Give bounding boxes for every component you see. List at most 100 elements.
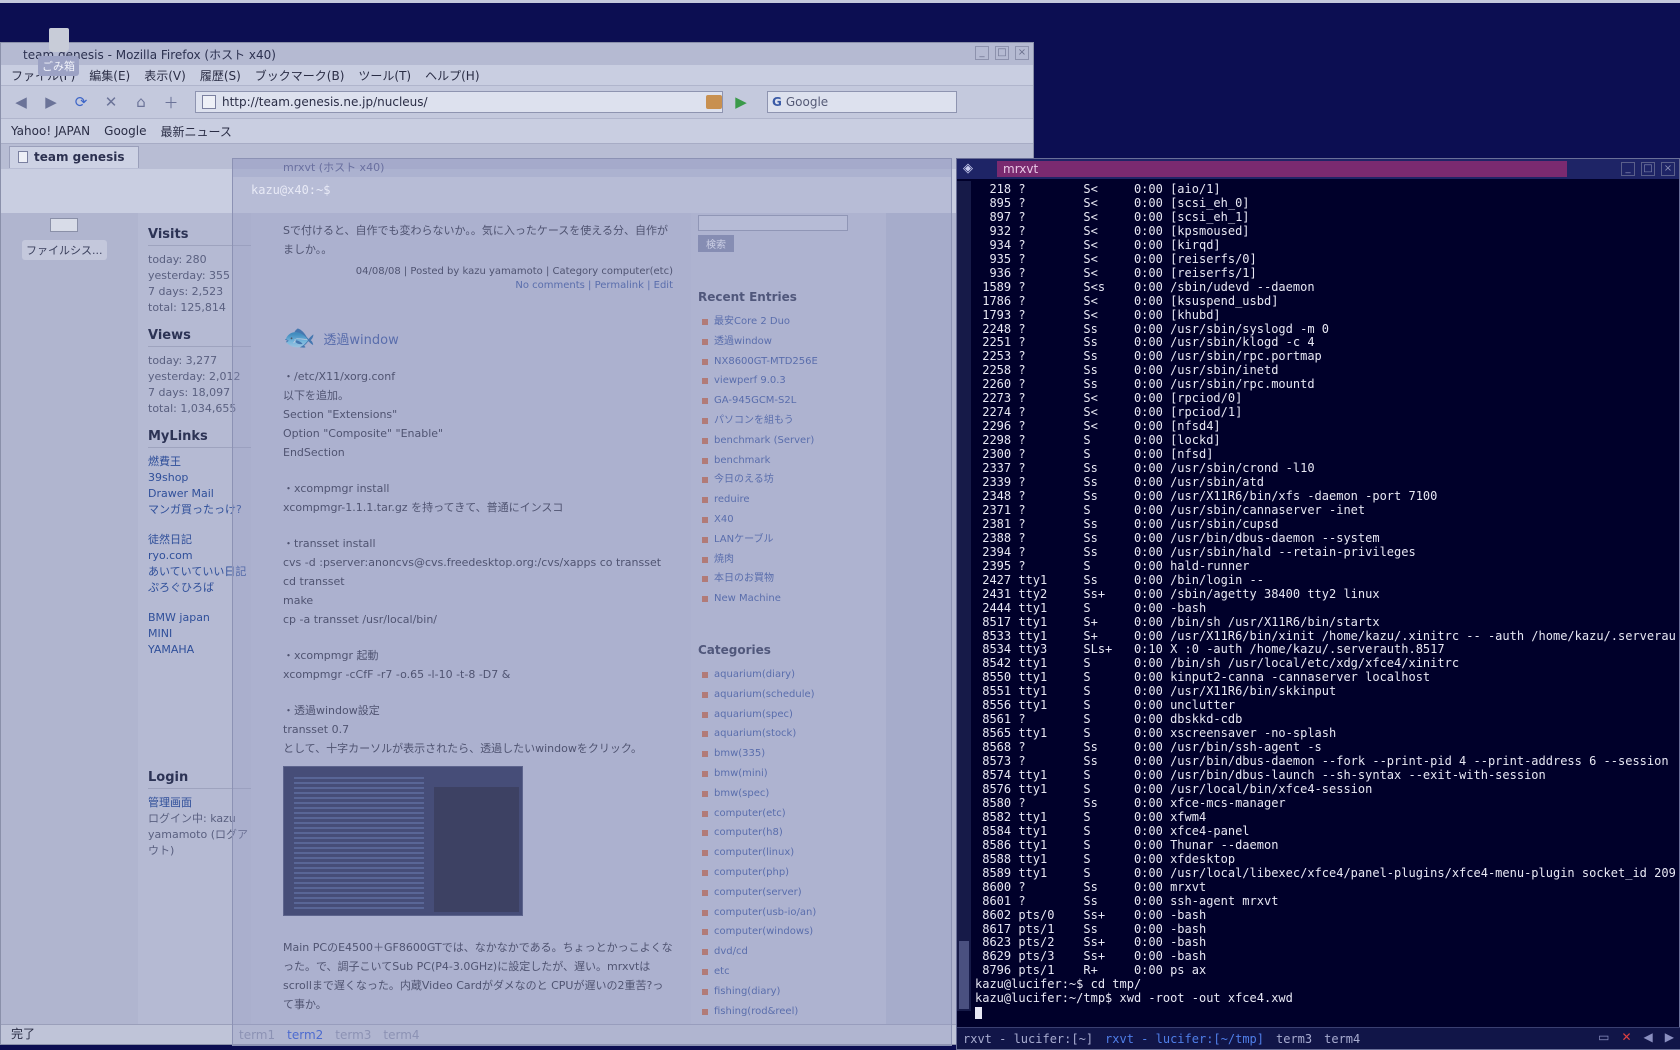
terminal-line: 934 ? S< 0:00 [kirqd] — [975, 237, 1221, 252]
terminal-line: 2260 ? Ss 0:00 /usr/sbin/rpc.mountd — [975, 377, 1315, 392]
menu-item[interactable]: 表示(V) — [144, 67, 186, 84]
terminal-tab[interactable]: term1 — [235, 1027, 279, 1043]
terminal-line: 2337 ? Ss 0:00 /usr/sbin/crond -l10 — [975, 461, 1315, 476]
terminal-line: 8533 tty1 S+ 0:00 /usr/X11R6/bin/xinit /… — [975, 628, 1675, 643]
terminal-line: 218 ? S< 0:00 [aio/1] — [975, 183, 1221, 196]
terminal-line: 2251 ? Ss 0:00 /usr/sbin/klogd -c 4 — [975, 335, 1315, 350]
terminal-tab[interactable]: term2 — [283, 1027, 327, 1043]
terminal-line: 895 ? S< 0:00 [scsi_eh_0] — [975, 195, 1250, 210]
terminal-line: 8584 tty1 S 0:00 xfce4-panel — [975, 823, 1250, 838]
reload-icon[interactable]: ⟳ — [69, 90, 93, 114]
terminal-line: 8600 ? Ss 0:00 mrxvt — [975, 879, 1207, 894]
terminal-app-icon: ◈ — [963, 161, 973, 176]
terminal-line: 1589 ? S<s 0:00 /sbin/udevd --daemon — [975, 279, 1315, 294]
terminal-line: 2300 ? S 0:00 [nfsd] — [975, 447, 1214, 462]
terminal-line: 8556 tty1 S 0:00 unclutter — [975, 698, 1236, 713]
menu-bar: ファイル(F)編集(E)表示(V)履歴(S)ブックマーク(B)ツール(T)ヘルプ… — [1, 65, 1033, 85]
terminal-line: 8550 tty1 S 0:00 kinput2-canna -cannaser… — [975, 670, 1431, 685]
menu-item[interactable]: 履歴(S) — [200, 67, 241, 84]
minimize-icon[interactable]: _ — [1621, 162, 1635, 176]
terminal-line: 2274 ? S< 0:00 [rpciod/1] — [975, 405, 1243, 420]
rss-icon[interactable] — [706, 95, 722, 109]
terminal-line: 8580 ? Ss 0:00 xfce-mcs-manager — [975, 795, 1286, 810]
stop-icon[interactable]: ✕ — [99, 90, 123, 114]
hide-tabbar-icon[interactable]: ▭ — [1595, 1030, 1612, 1044]
terminal-line: 2339 ? Ss 0:00 /usr/sbin/atd — [975, 475, 1264, 490]
terminal-line: 8796 pts/1 R+ 0:00 ps ax — [975, 963, 1207, 978]
new-tab-icon[interactable]: ＋ — [159, 90, 183, 114]
terminal-line: 8517 tty1 S+ 0:00 /bin/sh /usr/X11R6/bin… — [975, 614, 1380, 629]
terminal-line: 8551 tty1 S 0:00 /usr/X11R6/bin/skkinput — [975, 684, 1337, 699]
menu-item[interactable]: ツール(T) — [358, 67, 411, 84]
translucent-terminal-window[interactable]: mrxvt (ホスト x40) kazu@x40:~$ term1 term2 te… — [232, 158, 952, 1046]
close-tab-icon[interactable]: ✕ — [1618, 1030, 1634, 1044]
terminal-line: 8623 pts/2 Ss+ 0:00 -bash — [975, 935, 1207, 950]
bookmark-item[interactable]: Yahoo! JAPAN — [11, 124, 90, 138]
next-tab-icon[interactable]: ▶ — [1662, 1030, 1677, 1044]
terminal-line: 8542 tty1 S 0:00 /bin/sh /usr/local/etc/… — [975, 656, 1460, 671]
terminal-line: 8601 ? Ss 0:00 ssh-agent mrxvt — [975, 893, 1279, 908]
terminal-line: 2298 ? S 0:00 [lockd] — [975, 433, 1221, 448]
terminal-tab[interactable]: rxvt - lucifer:[~] — [957, 1031, 1099, 1047]
terminal-line: 936 ? S< 0:00 [reiserfs/1] — [975, 265, 1257, 280]
terminal-line: 8617 pts/1 Ss 0:00 -bash — [975, 921, 1207, 936]
filesystem-label: ファイルシス... — [22, 240, 107, 260]
terminal-line: 2395 ? S 0:00 hald-runner — [975, 558, 1250, 573]
menu-item[interactable]: ブックマーク(B) — [255, 67, 345, 84]
bookmark-item[interactable]: 最新ニュース — [160, 123, 231, 140]
terminal-line: 8561 ? S 0:00 dbskkd-cdb — [975, 712, 1243, 727]
go-icon[interactable]: ▶ — [729, 90, 753, 114]
terminal-line: 2394 ? Ss 0:00 /usr/sbin/hald --retain-p… — [975, 544, 1416, 559]
back-arrow-icon[interactable]: ◀ — [9, 90, 33, 114]
terminal-line: 2248 ? Ss 0:00 /usr/sbin/syslogd -m 0 — [975, 321, 1330, 336]
terminal-output[interactable]: 218 ? S< 0:00 [aio/1] 895 ? S< 0:00 [scs… — [975, 183, 1675, 1020]
firefox-titlebar[interactable]: team genesis - Mozilla Firefox (ホスト x40)… — [1, 43, 1033, 65]
terminal-line: 1786 ? S< 0:00 [ksuspend_usbd] — [975, 293, 1279, 308]
tab-team-genesis[interactable]: team genesis — [9, 145, 140, 168]
close-icon[interactable]: × — [1015, 46, 1029, 60]
minimize-icon[interactable]: _ — [975, 46, 989, 60]
scrollbar-thumb[interactable] — [959, 941, 969, 1009]
terminal-titlebar[interactable]: ◈ mrxvt _ □ × — [957, 159, 1679, 179]
bookmark-item[interactable]: Google — [104, 124, 146, 138]
bookmarks-toolbar: Yahoo! JAPAN Google 最新ニュース — [1, 119, 1033, 143]
terminal-tabbar: term1 term2 term3 term4 — [235, 1027, 424, 1043]
menu-item[interactable]: ヘルプ(H) — [425, 67, 479, 84]
url-text: http://team.genesis.ne.jp/nucleus/ — [222, 95, 428, 109]
screen-top-edge — [0, 0, 1680, 3]
terminal-tab[interactable]: term4 — [1318, 1031, 1366, 1047]
terminal-line: 2296 ? S< 0:00 [nfsd4] — [975, 419, 1221, 434]
google-icon[interactable]: G — [772, 95, 782, 109]
terminal-tab[interactable]: term4 — [379, 1027, 423, 1043]
terminal-tab[interactable]: term3 — [1270, 1031, 1318, 1047]
tab-label: team genesis — [34, 150, 125, 164]
terminal-line: 8588 tty1 S 0:00 xfdesktop — [975, 851, 1236, 866]
trash-desktop-icon[interactable]: ごみ箱 — [38, 28, 79, 76]
terminal-line: 2431 tty2 Ss+ 0:00 /sbin/agetty 38400 tt… — [975, 586, 1380, 601]
maximize-icon[interactable]: □ — [995, 46, 1009, 60]
search-input[interactable]: Google — [786, 95, 828, 109]
terminal-line: 2388 ? Ss 0:00 /usr/bin/dbus-daemon --sy… — [975, 530, 1380, 545]
forward-arrow-icon[interactable]: ▶ — [39, 90, 63, 114]
prev-tab-icon[interactable]: ◀ — [1641, 1030, 1656, 1044]
filesystem-desktop-icon[interactable]: ファイルシス... — [22, 218, 107, 260]
terminal-line: 2427 tty1 Ss 0:00 /bin/login -- — [975, 572, 1264, 587]
terminal-line: 2253 ? Ss 0:00 /usr/sbin/rpc.portmap — [975, 349, 1322, 364]
terminal-line: 2273 ? S< 0:00 [rpciod/0] — [975, 391, 1243, 406]
terminal-line: 8582 tty1 S 0:00 xfwm4 — [975, 809, 1207, 824]
terminal-tab[interactable]: rxvt - lucifer:[~/tmp] — [1099, 1031, 1270, 1047]
terminal-line: 8629 pts/3 Ss+ 0:00 -bash — [975, 949, 1207, 964]
maximize-icon[interactable]: □ — [1641, 162, 1655, 176]
close-icon[interactable]: × — [1661, 162, 1675, 176]
terminal-tabbar: rxvt - lucifer:[~] rxvt - lucifer:[~/tmp]… — [957, 1027, 1680, 1049]
terminal-line: 8573 ? Ss 0:00 /usr/bin/dbus-daemon --fo… — [975, 754, 1669, 769]
terminal-line: 8576 tty1 S 0:00 /usr/local/bin/xfce4-se… — [975, 781, 1373, 796]
menu-item[interactable]: 編集(E) — [89, 67, 130, 84]
terminal-scrollbar[interactable] — [957, 181, 971, 1011]
home-icon[interactable]: ⌂ — [129, 90, 153, 114]
terminal-line: 8602 pts/0 Ss+ 0:00 -bash — [975, 907, 1207, 922]
terminal-title: mrxvt (ホスト x40) — [233, 159, 951, 177]
search-box[interactable]: G Google — [767, 91, 957, 113]
terminal-tab[interactable]: term3 — [331, 1027, 375, 1043]
url-bar[interactable]: http://team.genesis.ne.jp/nucleus/ — [195, 91, 723, 113]
